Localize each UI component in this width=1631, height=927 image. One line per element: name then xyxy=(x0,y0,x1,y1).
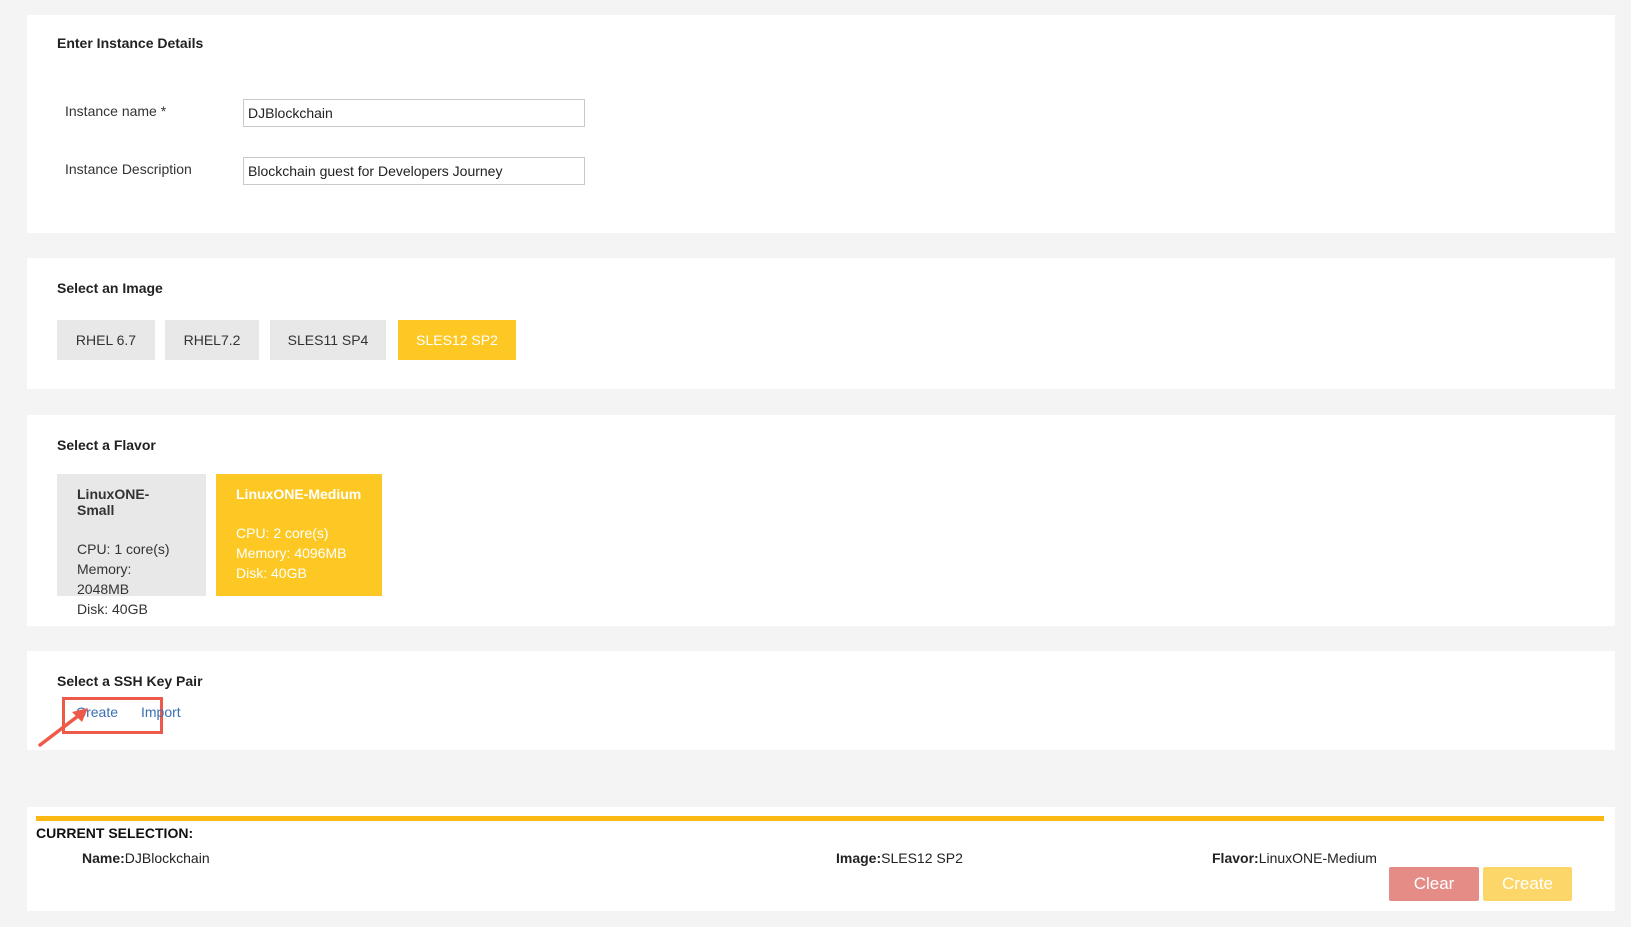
flavor-cpu: CPU: 2 core(s) xyxy=(236,525,329,541)
image-option-sles11sp4[interactable]: SLES11 SP4 xyxy=(270,320,386,360)
image-section-title: Select an Image xyxy=(57,280,163,296)
flavor-memory: Memory: 2048MB xyxy=(77,561,132,597)
annotation-arrow-icon xyxy=(38,708,88,747)
summary-image-value: SLES12 SP2 xyxy=(881,850,963,866)
image-option-sles12sp2[interactable]: SLES12 SP2 xyxy=(398,320,516,360)
flavor-name: LinuxONE-Medium xyxy=(236,486,362,502)
summary-image: Image:SLES12 SP2 xyxy=(836,850,963,866)
flavor-memory: Memory: 4096MB xyxy=(236,545,347,561)
summary-image-key: Image: xyxy=(836,850,882,866)
ssh-import-link[interactable]: Import xyxy=(141,704,181,720)
flavor-disk: Disk: 40GB xyxy=(236,565,307,581)
create-button[interactable]: Create xyxy=(1483,867,1572,901)
image-selection-panel: Select an Image RHEL 6.7 RHEL7.2 SLES11 … xyxy=(27,258,1615,389)
flavor-section-title: Select a Flavor xyxy=(57,437,156,453)
image-option-rhel72[interactable]: RHEL7.2 xyxy=(165,320,259,360)
flavor-name: LinuxONE-Small xyxy=(77,486,150,518)
summary-name: Name:DJBlockchain xyxy=(82,850,210,866)
ssh-key-panel: Select a SSH Key Pair Create Import xyxy=(27,651,1615,750)
summary-flavor-value: LinuxONE-Medium xyxy=(1258,850,1377,866)
summary-name-key: Name: xyxy=(82,850,125,866)
instance-details-panel: Enter Instance Details Instance name * I… xyxy=(27,15,1615,233)
instance-name-label: Instance name * xyxy=(65,103,167,119)
instance-description-label: Instance Description xyxy=(65,161,192,177)
summary-accent-bar xyxy=(36,816,1604,821)
instance-details-title: Enter Instance Details xyxy=(57,35,204,51)
instance-name-input[interactable] xyxy=(243,99,585,127)
summary-flavor: Flavor:LinuxONE-Medium xyxy=(1212,850,1377,866)
flavor-card-small[interactable]: LinuxONE-Small CPU: 1 core(s) Memory: 20… xyxy=(57,474,206,617)
flavor-cpu: CPU: 1 core(s) xyxy=(77,541,170,557)
current-selection-title: CURRENT SELECTION: xyxy=(36,825,194,841)
flavor-selection-panel: Select a Flavor LinuxONE-Small CPU: 1 co… xyxy=(27,415,1615,626)
instance-description-input[interactable] xyxy=(243,157,585,185)
summary-name-value: DJBlockchain xyxy=(124,850,210,866)
flavor-disk: Disk: 40GB xyxy=(77,601,148,617)
clear-button[interactable]: Clear xyxy=(1389,867,1479,901)
summary-flavor-key: Flavor: xyxy=(1212,850,1259,866)
ssh-section-title: Select a SSH Key Pair xyxy=(57,673,203,689)
image-option-rhel67[interactable]: RHEL 6.7 xyxy=(57,320,155,360)
flavor-card-medium[interactable]: LinuxONE-Medium CPU: 2 core(s) Memory: 4… xyxy=(216,474,382,596)
